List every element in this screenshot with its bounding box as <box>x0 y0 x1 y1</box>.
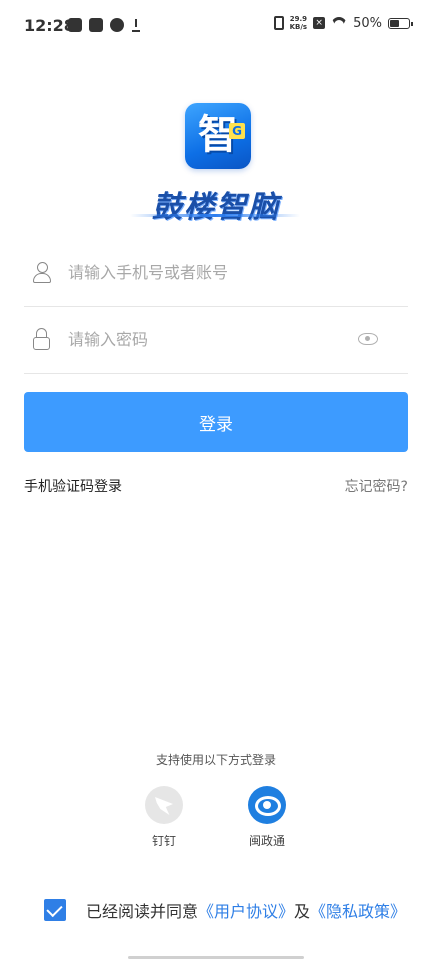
privacy-policy-link[interactable]: 《隐私政策》 <box>310 898 406 922</box>
login-button[interactable]: 登录 <box>24 392 408 452</box>
password-input[interactable] <box>66 328 358 350</box>
network-speed-unit: KB/s <box>289 23 308 31</box>
minzhengtong-label: 闽政通 <box>248 834 285 848</box>
network-speed: 29.9 KB/s <box>290 15 307 31</box>
minzhengtong-login-button[interactable]: 闽政通 <box>237 786 297 849</box>
wifi-icon <box>331 17 347 29</box>
check-circle-icon <box>110 18 124 32</box>
account-field <box>24 238 408 307</box>
user-agreement-link[interactable]: 《用户协议》 <box>198 898 294 922</box>
agreement-prefix: 已经阅读并同意 <box>86 902 199 921</box>
video-app-icon <box>68 18 82 32</box>
password-field <box>24 305 408 374</box>
alt-login-title: 支持使用以下方式登录 <box>155 753 276 767</box>
account-input[interactable] <box>66 261 408 283</box>
minzhengtong-icon[interactable] <box>248 786 286 824</box>
system-status-icons: 29.9 KB/s × 50% <box>273 15 413 31</box>
dingtalk-icon[interactable] <box>145 786 183 824</box>
battery-icon <box>388 17 413 29</box>
app-badge-icon <box>89 18 103 32</box>
agreement-checkbox[interactable] <box>44 899 66 921</box>
status-bar: 12:28 29.9 KB/s × 50% <box>0 0 432 52</box>
no-sim-icon: × <box>313 17 326 29</box>
user-icon <box>32 261 52 283</box>
battery-fill <box>390 19 399 27</box>
notification-icons <box>68 18 141 32</box>
forgot-password-link[interactable]: 忘记密码? <box>345 476 408 496</box>
app-logo: 智 G <box>185 103 251 169</box>
sms-login-link[interactable]: 手机验证码登录 <box>24 476 122 496</box>
agreement-and: 及 <box>294 902 311 921</box>
app-name: 鼓楼智脑 <box>152 190 280 225</box>
dingtalk-login-button[interactable]: 钉钉 <box>134 786 194 849</box>
home-indicator[interactable] <box>128 956 304 959</box>
network-speed-value: 29.9 <box>289 15 307 23</box>
logo-tag: G <box>229 123 245 139</box>
agreement-row: 已经阅读并同意 《用户协议》 及 《隐私政策》 <box>44 898 406 922</box>
battery-percent: 50% <box>353 15 382 31</box>
download-icon <box>131 18 141 32</box>
app-name-underline <box>130 214 300 217</box>
dingtalk-label: 钉钉 <box>151 834 176 848</box>
show-password-icon[interactable] <box>358 333 378 345</box>
vibrate-icon <box>273 16 284 30</box>
lock-icon <box>32 328 52 350</box>
